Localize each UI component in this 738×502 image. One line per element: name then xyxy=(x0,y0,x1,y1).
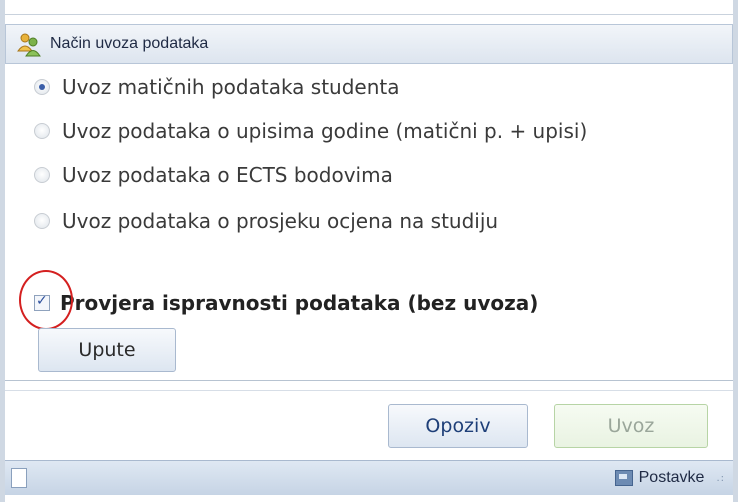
validation-checkbox-row[interactable]: ✓ Provjera ispravnosti podataka (bez uvo… xyxy=(34,286,538,320)
monitor-icon xyxy=(614,470,633,486)
radio-button[interactable] xyxy=(34,167,50,183)
upute-button[interactable]: Upute xyxy=(38,328,176,372)
settings-label: Postavke xyxy=(638,469,705,486)
status-bar: Postavke .: xyxy=(5,460,733,495)
radio-button[interactable] xyxy=(34,79,50,95)
opoziv-button[interactable]: Opoziv xyxy=(388,404,528,448)
radio-button[interactable] xyxy=(34,123,50,139)
radio-label: Uvoz podataka o ECTS bodovima xyxy=(62,163,393,187)
radio-label: Uvoz podataka o prosjeku ocjena na studi… xyxy=(62,209,499,233)
settings-link[interactable]: Postavke .: xyxy=(614,469,725,487)
group-title: Način uvoza podataka xyxy=(50,35,209,52)
divider xyxy=(5,380,733,381)
top-border xyxy=(5,14,733,15)
window-frame-left xyxy=(0,0,5,502)
window-frame-right xyxy=(733,0,738,502)
resize-grip-icon[interactable]: .: xyxy=(716,473,725,484)
divider xyxy=(5,390,733,391)
people-icon xyxy=(16,31,42,57)
validation-label: Provjera ispravnosti podataka (bez uvoza… xyxy=(60,291,539,315)
document-icon xyxy=(11,468,27,488)
radio-button[interactable] xyxy=(34,213,50,229)
radio-option-maticni[interactable]: Uvoz matičnih podataka studenta xyxy=(34,70,400,104)
annotation-circle xyxy=(19,270,73,330)
radio-label: Uvoz matičnih podataka studenta xyxy=(62,75,400,99)
group-header: Način uvoza podataka xyxy=(5,24,733,64)
radio-label: Uvoz podataka o upisima godine (matični … xyxy=(62,119,588,143)
radio-option-upisi[interactable]: Uvoz podataka o upisima godine (matični … xyxy=(34,114,587,148)
radio-option-prosjek[interactable]: Uvoz podataka o prosjeku ocjena na studi… xyxy=(34,204,498,238)
uvoz-button[interactable]: Uvoz xyxy=(554,404,708,448)
radio-option-ects[interactable]: Uvoz podataka o ECTS bodovima xyxy=(34,158,393,192)
